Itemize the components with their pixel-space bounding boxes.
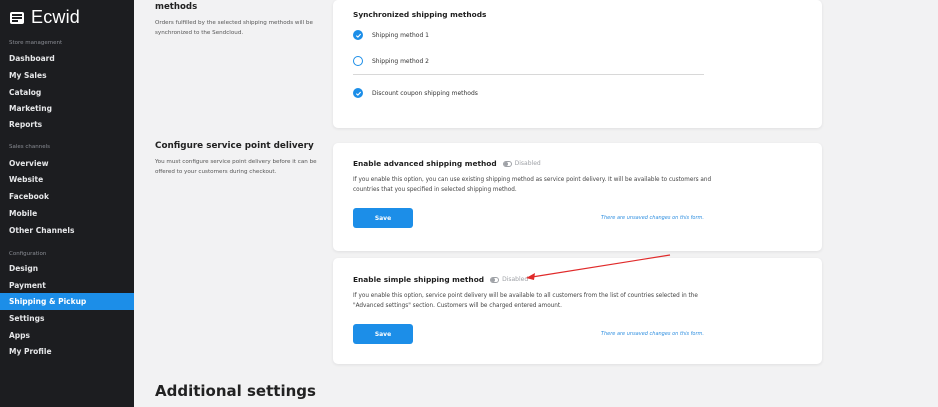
unsaved-changes-notice: There are unsaved changes on this form.: [600, 215, 704, 221]
simple-description: If you enable this option, service point…: [353, 293, 698, 309]
sidebar: Ecwid Store management Dashboard My Sale…: [0, 0, 134, 407]
save-button[interactable]: Save: [353, 324, 413, 344]
sidebar-item-mobile[interactable]: Mobile: [0, 205, 134, 222]
checked-radio-icon[interactable]: [353, 88, 363, 98]
sidebar-heading-sales-channels: Sales channels: [9, 144, 51, 150]
sidebar-heading-store-management: Store management: [9, 40, 63, 46]
unchecked-radio-icon[interactable]: [353, 56, 363, 66]
sidebar-item-apps[interactable]: Apps: [0, 327, 134, 344]
advanced-shipping-card: Enable advanced shipping method Disabled…: [333, 143, 822, 251]
save-button[interactable]: Save: [353, 208, 413, 228]
toggle-off-icon: [502, 160, 512, 167]
sidebar-item-marketing[interactable]: Marketing: [0, 100, 134, 117]
red-arrow-annotation: [526, 254, 671, 280]
sidebar-item-payment[interactable]: Payment: [0, 277, 134, 294]
toggle-off-icon: [490, 276, 500, 283]
sidebar-item-overview[interactable]: Overview: [0, 155, 134, 172]
option-shipping-method-1[interactable]: Shipping method 1: [353, 30, 429, 40]
service-point-section-title: Configure service point delivery: [155, 141, 314, 151]
sidebar-item-catalog[interactable]: Catalog: [0, 84, 134, 101]
sidebar-item-website[interactable]: Website: [0, 171, 134, 188]
sync-card-title: Synchronized shipping methods: [353, 10, 487, 19]
simple-toggle-row: Enable simple shipping method Disabled: [353, 275, 528, 284]
unsaved-changes-notice: There are unsaved changes on this form.: [600, 331, 704, 337]
option-discount-coupon[interactable]: Discount coupon shipping methods: [353, 88, 478, 98]
sync-card: Synchronized shipping methods Shipping m…: [333, 0, 822, 128]
advanced-toggle[interactable]: Disabled: [502, 160, 541, 167]
option-label: Shipping method 2: [372, 57, 429, 65]
sidebar-item-reports[interactable]: Reports: [0, 116, 134, 133]
checked-radio-icon[interactable]: [353, 30, 363, 40]
advanced-heading: Enable advanced shipping method: [353, 159, 497, 168]
additional-settings-title: Additional settings: [155, 382, 316, 400]
toggle-status: Disabled: [514, 160, 541, 167]
simple-heading: Enable simple shipping method: [353, 275, 485, 284]
option-shipping-method-2[interactable]: Shipping method 2: [353, 56, 429, 66]
ecwid-logo-icon: [10, 11, 24, 24]
sidebar-item-other-channels[interactable]: Other Channels: [0, 222, 134, 239]
logo[interactable]: Ecwid: [9, 7, 80, 28]
advanced-toggle-row: Enable advanced shipping method Disabled: [353, 159, 541, 168]
sidebar-item-my-sales[interactable]: My Sales: [0, 67, 134, 84]
service-point-section-description: You must configure service point deliver…: [155, 159, 317, 175]
sync-section-description: Orders fulfilled by the selected shippin…: [155, 20, 313, 36]
sidebar-heading-configuration: Configuration: [9, 251, 47, 257]
option-label: Discount coupon shipping methods: [372, 89, 478, 97]
sidebar-item-my-profile[interactable]: My Profile: [0, 343, 134, 360]
sidebar-item-dashboard[interactable]: Dashboard: [0, 50, 134, 67]
sidebar-item-facebook[interactable]: Facebook: [0, 188, 134, 205]
option-label: Shipping method 1: [372, 31, 429, 39]
sync-section-title: methods: [155, 2, 198, 12]
divider: [353, 74, 704, 75]
advanced-description: If you enable this option, you can use e…: [353, 177, 712, 193]
sidebar-item-shipping-pickup[interactable]: Shipping & Pickup: [0, 293, 134, 310]
sidebar-item-settings[interactable]: Settings: [0, 310, 134, 327]
sidebar-item-design[interactable]: Design: [0, 260, 134, 277]
logo-text: Ecwid: [31, 7, 81, 27]
